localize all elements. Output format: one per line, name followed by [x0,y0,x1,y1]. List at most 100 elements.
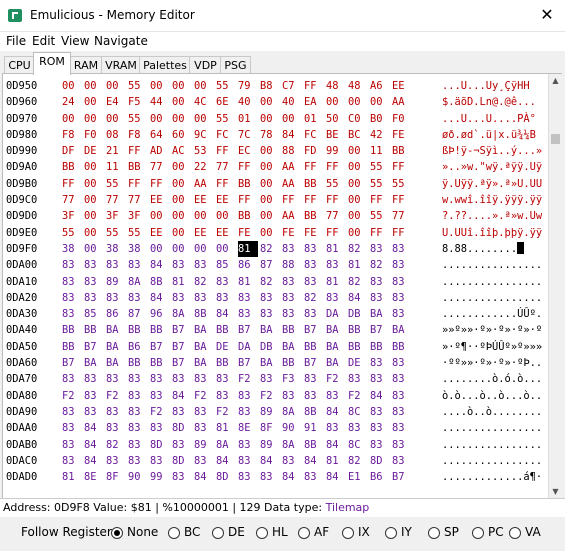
hex-byte[interactable]: FE [238,225,258,241]
row-ascii[interactable]: $.äõD.Ln@.@ê... [442,94,542,110]
hex-byte[interactable]: BB [128,355,148,371]
hex-byte[interactable]: 3F [106,208,126,224]
hex-byte[interactable]: 55 [392,176,412,192]
hex-byte[interactable]: A6 [370,78,390,94]
hex-byte[interactable]: 83 [304,306,324,322]
hex-byte[interactable]: EE [194,225,214,241]
hex-byte[interactable]: 82 [304,290,324,306]
hex-byte[interactable]: 83 [128,290,148,306]
hex-byte[interactable]: 53 [194,143,214,159]
hex-byte[interactable]: 83 [392,420,412,436]
hex-byte[interactable]: F2 [106,388,126,404]
hex-byte[interactable]: 4C [194,94,214,110]
hex-byte[interactable]: 83 [392,306,412,322]
hex-byte[interactable]: FF [392,159,412,175]
hex-byte[interactable]: 55 [106,176,126,192]
hex-byte[interactable]: 89 [260,437,280,453]
hex-byte[interactable]: 00 [260,111,280,127]
hex-byte[interactable]: BB [84,322,104,338]
hex-byte[interactable]: 00 [172,176,192,192]
hex-byte[interactable]: F3 [282,371,302,387]
row-ascii[interactable]: ............ÚÛº. [442,306,542,322]
row-ascii[interactable]: ................ [442,274,542,290]
hex-byte[interactable]: 48 [326,78,346,94]
hex-byte[interactable]: 83 [392,404,412,420]
hex-byte[interactable]: 00 [84,78,104,94]
hex-byte[interactable]: 00 [216,241,236,257]
hex-byte[interactable]: 83 [304,469,324,485]
hex-byte[interactable]: 84 [282,127,302,143]
hex-byte[interactable]: BA [194,355,214,371]
hex-byte[interactable]: 83 [216,274,236,290]
hex-byte[interactable]: 00 [348,208,368,224]
hex-byte[interactable]: BB [128,322,148,338]
hex-byte[interactable]: BB [238,208,258,224]
hex-byte[interactable]: BB [62,322,82,338]
hex-byte[interactable]: BB [62,159,82,175]
hex-byte[interactable]: 81 [238,240,258,258]
row-ascii[interactable]: ....ò..ò........ [442,404,542,420]
hex-byte[interactable]: 40 [238,94,258,110]
hex-byte[interactable]: 88 [282,257,302,273]
hex-byte[interactable]: 83 [172,290,192,306]
radio-iy[interactable] [385,527,397,539]
hex-byte[interactable]: AA [194,176,214,192]
hex-byte[interactable]: BB [392,339,412,355]
hex-byte[interactable]: 00 [62,78,82,94]
hex-byte[interactable]: 83 [370,241,390,257]
hex-byte[interactable]: 00 [84,159,104,175]
hex-byte[interactable]: E4 [106,94,126,110]
hex-byte[interactable]: BB [282,355,302,371]
hex-byte[interactable]: B7 [150,339,170,355]
hex-byte[interactable]: 83 [282,274,302,290]
hex-byte[interactable]: 83 [282,453,302,469]
hex-byte[interactable]: 83 [84,371,104,387]
hex-byte[interactable]: 55 [128,111,148,127]
tab-vdp[interactable]: VDP [189,56,222,74]
hex-byte[interactable]: B7 [304,322,324,338]
radio-va[interactable] [509,527,521,539]
hex-byte[interactable]: FF [150,176,170,192]
hex-byte[interactable]: DB [260,339,280,355]
hex-byte[interactable]: BA [84,355,104,371]
hex-byte[interactable]: EE [194,192,214,208]
row-ascii[interactable]: .............á¶· [442,469,542,485]
hex-byte[interactable]: 83 [62,257,82,273]
close-icon[interactable]: ✕ [533,3,561,27]
hex-byte[interactable]: 00 [172,241,192,257]
hex-byte[interactable]: 55 [106,225,126,241]
hex-byte[interactable]: 83 [392,290,412,306]
hex-byte[interactable]: 83 [238,388,258,404]
hex-byte[interactable]: 83 [392,274,412,290]
hex-byte[interactable]: 83 [84,290,104,306]
hex-byte[interactable]: 83 [392,371,412,387]
hex-byte[interactable]: 83 [392,388,412,404]
hex-byte[interactable]: 8F [106,469,126,485]
hex-byte[interactable]: B7 [84,339,104,355]
tab-cpu[interactable]: CPU [4,56,35,74]
hex-byte[interactable]: 00 [62,111,82,127]
hex-byte[interactable]: AA [282,176,302,192]
hex-byte[interactable]: F2 [260,388,280,404]
hex-byte[interactable]: 8D [172,453,192,469]
hex-byte[interactable]: EE [216,225,236,241]
hex-byte[interactable]: 00 [348,225,368,241]
hex-byte[interactable]: 01 [238,111,258,127]
hex-byte[interactable]: 24 [62,94,82,110]
hex-byte[interactable]: BA [282,339,302,355]
hex-byte[interactable]: B7 [62,355,82,371]
hex-byte[interactable]: BB [216,322,236,338]
hex-byte[interactable]: 40 [282,94,302,110]
hex-byte[interactable]: 00 [282,111,302,127]
radio-de[interactable] [212,527,224,539]
hex-byte[interactable]: F2 [194,388,214,404]
hex-byte[interactable]: 83 [150,420,170,436]
hex-byte[interactable]: BB [62,339,82,355]
hex-byte[interactable]: F2 [348,388,368,404]
hex-byte[interactable]: FF [326,159,346,175]
hex-byte[interactable]: C0 [348,111,368,127]
hex-byte[interactable]: 83 [62,290,82,306]
hex-byte[interactable]: 83 [216,388,236,404]
hex-byte[interactable]: 38 [62,241,82,257]
hex-byte[interactable]: 84 [348,290,368,306]
